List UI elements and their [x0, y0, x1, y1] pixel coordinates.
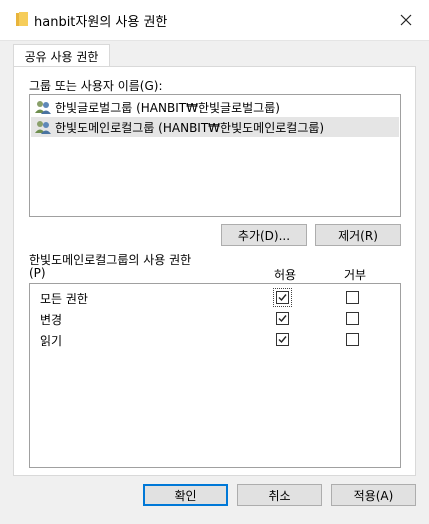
add-button[interactable]: 추가(D)... [221, 224, 307, 246]
folder-icon [16, 12, 28, 26]
permission-name: 읽기 [40, 334, 63, 348]
list-item[interactable]: 한빛글로벌그룹 (HANBIT₩한빛글로벌그룹) [31, 97, 399, 117]
list-item-label: 한빛글로벌그룹 (HANBIT₩한빛글로벌그룹) [55, 100, 280, 115]
list-item-label: 한빛도메인로컬그룹 (HANBIT₩한빛도메인로컬그룹) [55, 120, 325, 135]
groups-label: 그룹 또는 사용자 이름(G): [29, 79, 163, 93]
ok-button[interactable]: 확인 [143, 484, 228, 506]
user-group-icon [35, 121, 51, 134]
allow-column-header: 허용 [274, 268, 297, 282]
cancel-button[interactable]: 취소 [237, 484, 322, 506]
table-row: 변경 [30, 309, 400, 329]
permission-name: 변경 [40, 313, 63, 327]
deny-checkbox[interactable] [346, 312, 359, 325]
allow-checkbox[interactable] [273, 288, 292, 307]
remove-button[interactable]: 제거(R) [315, 224, 401, 246]
permissions-table: 모든 권한 변경 읽기 [29, 283, 401, 468]
tab-share-permissions[interactable]: 공유 사용 권한 [13, 44, 110, 67]
permissions-label-accel: (P) [29, 266, 46, 280]
list-item[interactable]: 한빛도메인로컬그룹 (HANBIT₩한빛도메인로컬그룹) [31, 117, 399, 137]
permissions-label: 한빛도메인로컬그룹의 사용 권한 [29, 253, 192, 267]
deny-checkbox[interactable] [346, 333, 359, 346]
groups-listbox[interactable]: 한빛글로벌그룹 (HANBIT₩한빛글로벌그룹) 한빛도메인로컬그룹 (HANB… [29, 94, 401, 217]
dialog-footer: 확인 취소 적용(A) [0, 474, 429, 524]
tab-panel: 그룹 또는 사용자 이름(G): 한빛글로벌그룹 (HANBIT₩한빛글로벌그룹… [13, 66, 416, 476]
title-bar: hanbit자원의 사용 권한 [0, 0, 429, 41]
allow-checkbox[interactable] [276, 312, 289, 325]
user-group-icon [35, 101, 51, 114]
permission-name: 모든 권한 [40, 292, 88, 306]
check-icon [278, 315, 287, 323]
table-row: 모든 권한 [30, 288, 400, 308]
allow-checkbox[interactable] [276, 333, 289, 346]
deny-checkbox[interactable] [346, 291, 359, 304]
close-button[interactable] [383, 0, 429, 40]
apply-button[interactable]: 적용(A) [331, 484, 416, 506]
close-icon [400, 14, 412, 26]
window-title: hanbit자원의 사용 권한 [34, 15, 168, 30]
check-icon [278, 294, 287, 302]
deny-column-header: 거부 [344, 268, 367, 282]
table-row: 읽기 [30, 330, 400, 350]
check-icon [278, 336, 287, 344]
